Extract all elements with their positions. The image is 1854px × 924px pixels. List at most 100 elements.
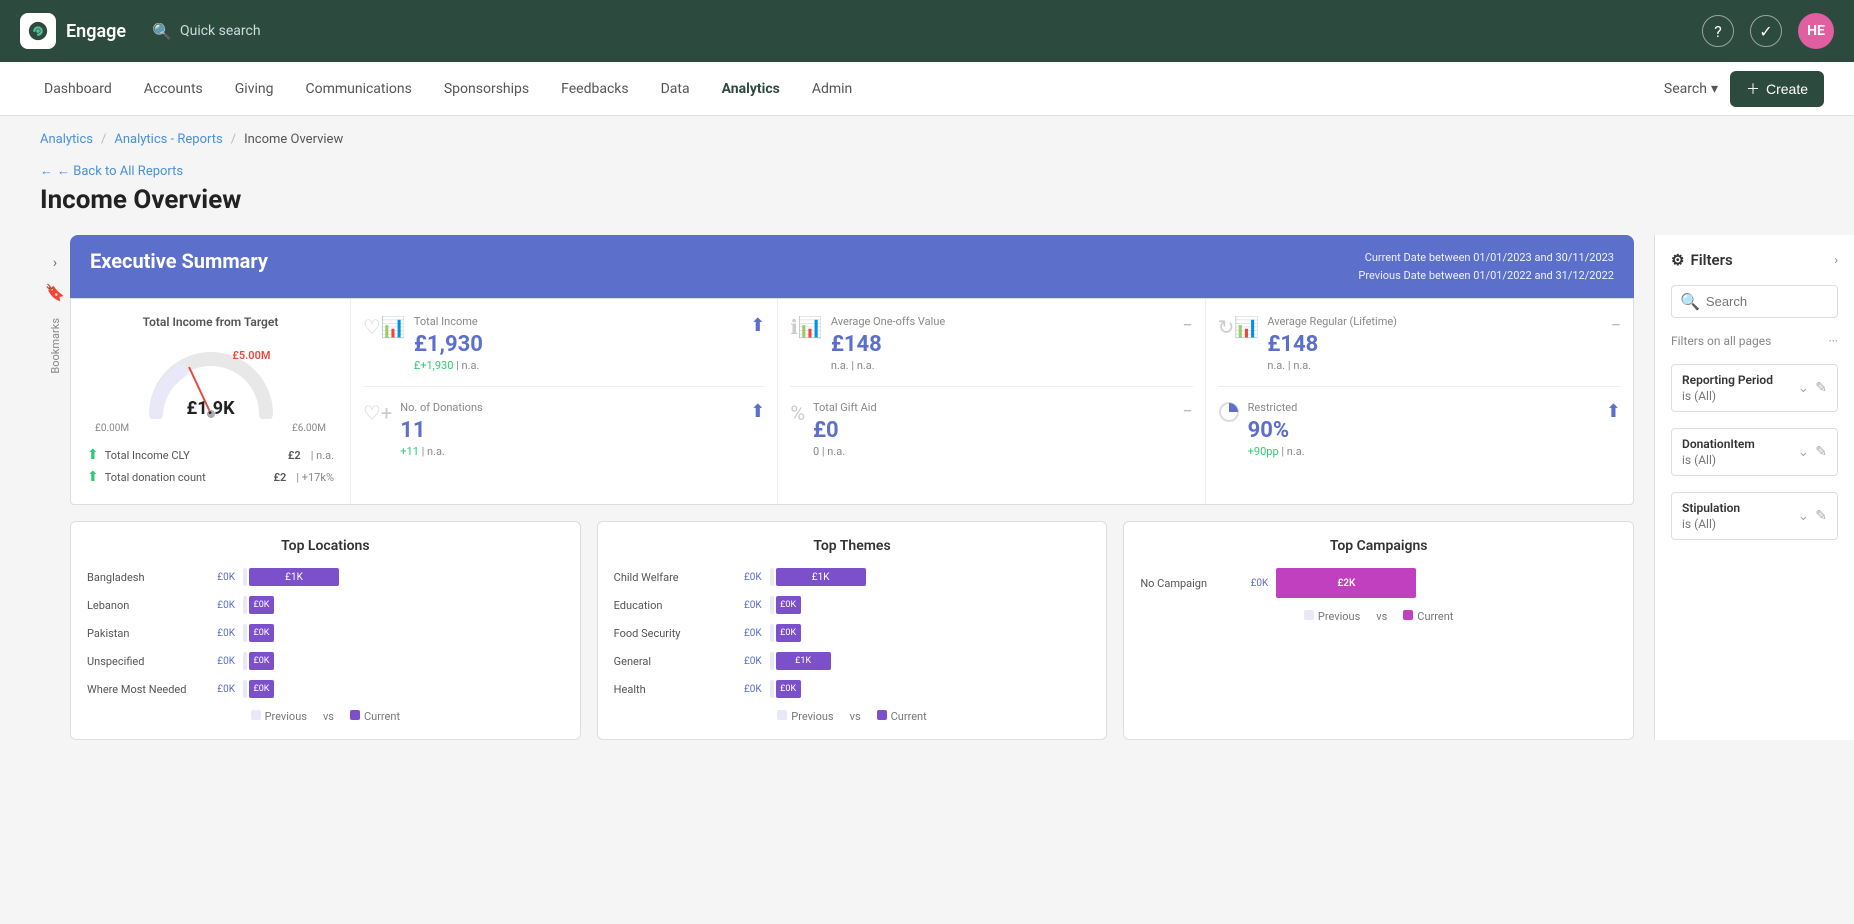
gauge-max: £6.00M — [292, 423, 326, 434]
filter-clear-reporting[interactable]: ✎ — [1815, 380, 1827, 396]
page-title: Income Overview — [40, 185, 1814, 215]
create-button[interactable]: ＋ Create — [1730, 71, 1824, 107]
bar-curr-fill-lebanon: £0K — [249, 596, 274, 614]
back-link[interactable]: ← ← Back to All Reports — [40, 163, 1814, 179]
breadcrumb-reports[interactable]: Analytics - Reports — [114, 132, 222, 147]
status-minus-icon-oneoffs: − — [1182, 315, 1192, 372]
breadcrumb-analytics[interactable]: Analytics — [40, 132, 93, 147]
bar-prev-fill-unspecified — [243, 652, 247, 670]
bar-prev-bangladesh: £0K — [205, 572, 235, 583]
filters-collapse-icon[interactable]: › — [1834, 253, 1838, 267]
gauge-value: £1.9K — [186, 398, 234, 419]
bookmark-icon[interactable]: 🔖 — [45, 283, 65, 302]
gauge-sub-row-1: ⬆ Total Income CLY £2 | n.a. — [87, 444, 334, 466]
bar-track-education: £0K — [770, 596, 1091, 614]
bar-label-unspecified: Unspecified — [87, 655, 197, 668]
nav-communications[interactable]: Communications — [291, 75, 425, 103]
filter-search-input[interactable] — [1706, 294, 1829, 309]
filter-search-box[interactable]: 🔍 — [1671, 285, 1838, 318]
bar-prev-child-welfare: £0K — [732, 572, 762, 583]
filter-item-stipulation[interactable]: Stipulation is (All) ⌄ ✎ — [1671, 492, 1838, 540]
metric-change-donations: +11 | n.a. — [400, 445, 742, 458]
metric-label-giftaid: Total Gift Aid — [813, 401, 1174, 414]
breadcrumb-sep-2: / — [231, 132, 236, 147]
pie-icon — [1218, 401, 1240, 458]
legend-prev-themes: Previous — [777, 710, 833, 723]
bar-track-unspecified: £0K — [243, 652, 564, 670]
bookmarks-label: Bookmarks — [49, 318, 62, 374]
bar-label-food: Food Security — [614, 627, 724, 640]
nav-data[interactable]: Data — [647, 75, 704, 103]
bar-curr-fill-food: £0K — [776, 624, 801, 642]
bar-label-general: General — [614, 655, 724, 668]
nav-giving[interactable]: Giving — [221, 75, 288, 103]
filter-item-val-reporting: is (All) — [1682, 389, 1773, 403]
filter-row-donation: DonationItem is (All) ⌄ ✎ — [1682, 437, 1827, 467]
app-logo[interactable] — [20, 13, 56, 49]
bar-prev-lebanon: £0K — [205, 600, 235, 611]
nav-search-button[interactable]: Search ▾ — [1664, 81, 1718, 97]
filter-section-label: Filters on all pages ··· — [1671, 334, 1838, 348]
bar-prev-fill-bangladesh — [243, 568, 247, 586]
filter-clear-stipulation[interactable]: ✎ — [1815, 508, 1827, 524]
gauge-min: £0.00M — [95, 423, 129, 434]
metric-value-giftaid: £0 — [813, 418, 1174, 443]
bar-prev-fill-lebanon — [243, 596, 247, 614]
nav-dashboard[interactable]: Dashboard — [30, 75, 126, 103]
filter-label-stipulation: Stipulation is (All) — [1682, 501, 1740, 531]
filter-search-icon: 🔍 — [1680, 292, 1700, 311]
filter-item-val-donation: is (All) — [1682, 453, 1755, 467]
refresh-bar-icon: ↻📊 — [1218, 315, 1260, 372]
nav-right: Search ▾ ＋ Create — [1664, 71, 1824, 107]
bar-row-where-needed: Where Most Needed £0K £0K — [87, 680, 564, 698]
metric-change-regular: n.a. | n.a. — [1267, 359, 1602, 372]
metric-label-restricted: Restricted — [1248, 401, 1598, 414]
main-content: › 🔖 Bookmarks Executive Summary Current … — [0, 235, 1854, 740]
gauge-row2-val: £2 — [274, 471, 287, 484]
metric-col-income: ♡📊 Total Income £1,930 £+1,930 | n.a. ⬆ … — [351, 299, 778, 504]
metric-label-oneoffs: Average One-offs Value — [831, 315, 1175, 328]
nav-analytics[interactable]: Analytics — [708, 75, 794, 103]
nav-admin[interactable]: Admin — [798, 75, 866, 103]
nav-sponsorships[interactable]: Sponsorships — [430, 75, 543, 103]
bar-curr-fill-bangladesh: £1K — [249, 568, 339, 586]
help-button[interactable]: ? — [1702, 15, 1734, 47]
legend-vs-locations: vs — [323, 710, 334, 723]
nav-accounts[interactable]: Accounts — [130, 75, 217, 103]
top-themes-title: Top Themes — [614, 538, 1091, 554]
back-arrow-icon: ← — [40, 163, 53, 179]
bar-track-general: £1K — [770, 652, 1091, 670]
filter-chevron-donation[interactable]: ⌄ — [1798, 444, 1810, 460]
filter-item-donation-item[interactable]: DonationItem is (All) ⌄ ✎ — [1671, 428, 1838, 476]
breadcrumb-current: Income Overview — [244, 132, 343, 147]
bar-prev-health: £0K — [732, 684, 762, 695]
filter-clear-donation[interactable]: ✎ — [1815, 444, 1827, 460]
bar-row-child-welfare: Child Welfare £0K £1K — [614, 568, 1091, 586]
campaign-bar-wrap-none: £2K — [1276, 568, 1617, 598]
gauge-row2-change: | +17k% — [296, 471, 334, 484]
metric-change-restricted: +90pp | n.a. — [1248, 445, 1598, 458]
avatar[interactable]: HE — [1798, 13, 1834, 49]
legend-vs-themes: vs — [850, 710, 861, 723]
toggle-arrow-icon[interactable]: › — [53, 255, 57, 271]
tasks-button[interactable]: ✓ — [1750, 15, 1782, 47]
breadcrumb-sep-1: / — [101, 132, 106, 147]
status-up-icon-restricted: ⬆ — [1606, 401, 1621, 458]
bar-prev-fill-child — [770, 568, 774, 586]
nav-feedbacks[interactable]: Feedbacks — [547, 75, 642, 103]
top-themes-card: Top Themes Child Welfare £0K £1K — [597, 521, 1108, 740]
filter-item-reporting-period[interactable]: Reporting Period is (All) ⌄ ✎ — [1671, 364, 1838, 412]
executive-summary-header: Executive Summary Current Date between 0… — [70, 235, 1634, 298]
quick-search-button[interactable]: 🔍 Quick search — [152, 22, 261, 41]
bar-track-lebanon: £0K — [243, 596, 564, 614]
metric-label-donations: No. of Donations — [400, 401, 742, 414]
metric-value-donations: 11 — [400, 418, 742, 443]
filter-chevron-reporting[interactable]: ⌄ — [1798, 380, 1810, 396]
campaign-row-none: No Campaign £0K £2K — [1140, 568, 1617, 598]
info-bar-icon: ℹ📊 — [790, 315, 823, 372]
top-locations-card: Top Locations Bangladesh £0K £1K — [70, 521, 581, 740]
top-themes-chart: Child Welfare £0K £1K Education £ — [614, 568, 1091, 698]
campaigns-legend: Previous vs Current — [1140, 610, 1617, 623]
filter-item-label-reporting: Reporting Period — [1682, 373, 1773, 387]
filter-chevron-stipulation[interactable]: ⌄ — [1798, 508, 1810, 524]
